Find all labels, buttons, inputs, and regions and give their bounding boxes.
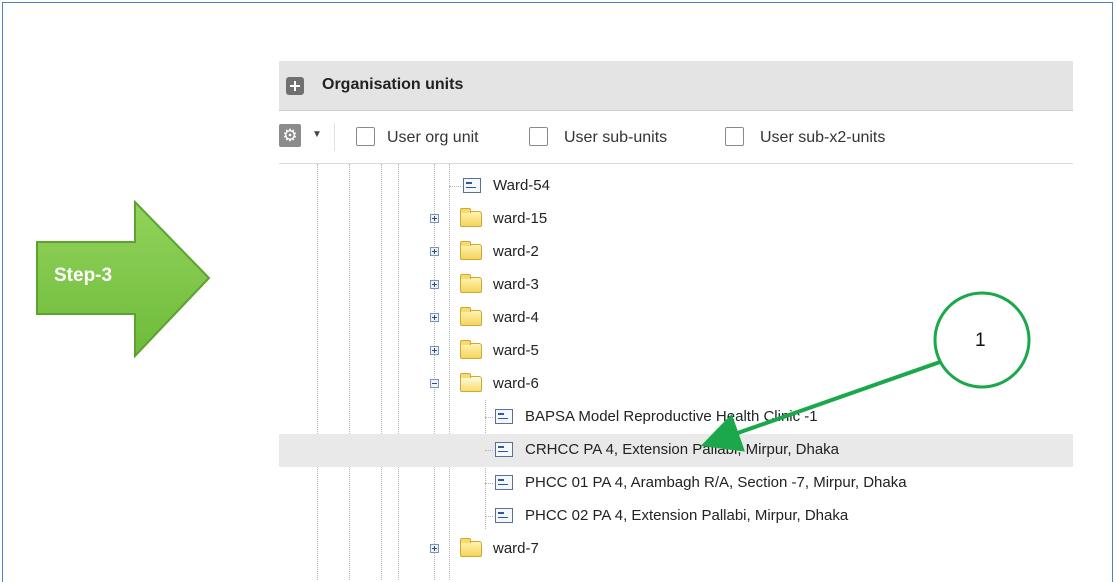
tree-connector [485,483,493,484]
folder-icon [460,538,482,557]
org-unit-leaf-icon [495,442,513,457]
step-label: Step-3 [54,265,113,286]
tree-node-label[interactable]: ward-2 [493,243,539,260]
tree-node-label[interactable]: ward-15 [493,210,547,227]
tree-node[interactable]: PHCC 01 PA 4, Arambagh R/A, Section -7, … [279,467,1073,500]
chevron-down-icon[interactable]: ▼ [312,129,322,140]
user-sub-x2-units-label[interactable]: User sub-x2-units [760,129,885,147]
tree-node-label[interactable]: ward-3 [493,276,539,293]
org-unit-leaf-icon [495,409,513,424]
user-sub-units-checkbox[interactable] [529,127,548,146]
tree-node-label[interactable]: ward-4 [493,309,539,326]
tree-node[interactable]: PHCC 02 PA 4, Extension Pallabi, Mirpur,… [279,500,1073,533]
panel-header: Organisation units [279,61,1073,111]
tree-node-label[interactable]: ward-5 [493,342,539,359]
folder-icon [460,340,482,359]
org-unit-toolbar: ⚙ ▼ User org unit User sub-units User su… [279,111,1073,164]
tree-node-label[interactable]: PHCC 02 PA 4, Extension Pallabi, Mirpur,… [525,507,848,524]
tree-node-label[interactable]: PHCC 01 PA 4, Arambagh R/A, Section -7, … [525,474,907,491]
org-unit-tree: Ward-54 ward-15 ward-2 ward-3 ward-4 war… [279,164,1073,580]
folder-icon [460,208,482,227]
user-sub-x2-units-checkbox[interactable] [725,127,744,146]
collapse-minus-icon[interactable] [430,379,439,388]
tree-node-label[interactable]: CRHCC PA 4, Extension Pallabi, Mirpur, D… [525,441,839,458]
user-org-unit-checkbox[interactable] [356,127,375,146]
expand-plus-icon[interactable] [430,313,439,322]
folder-icon [460,307,482,326]
org-unit-leaf-icon [495,475,513,490]
panel-title: Organisation units [322,76,464,93]
tree-connector [485,417,493,418]
callout-number: 1 [975,330,986,351]
tree-node[interactable]: ward-15 [279,203,1073,236]
tree-node-label[interactable]: Ward-54 [493,177,550,194]
plus-icon[interactable] [286,77,304,95]
expand-plus-icon[interactable] [430,214,439,223]
tree-node[interactable]: ward-7 [279,533,1073,566]
user-org-unit-label[interactable]: User org unit [387,129,479,147]
folder-icon [460,274,482,293]
tree-connector [449,186,461,187]
tree-node[interactable]: Ward-54 [279,170,1073,203]
tree-node[interactable]: ward-2 [279,236,1073,269]
expand-plus-icon[interactable] [430,280,439,289]
tree-node-selected[interactable]: CRHCC PA 4, Extension Pallabi, Mirpur, D… [279,434,1073,467]
toolbar-divider [334,123,335,151]
expand-plus-icon[interactable] [430,544,439,553]
tree-node[interactable]: BAPSA Model Reproductive Health Clinic -… [279,401,1073,434]
organisation-units-panel: Organisation units ⚙ ▼ User org unit Use… [279,61,1073,580]
tree-node[interactable]: ward-3 [279,269,1073,302]
tree-node-label[interactable]: ward-7 [493,540,539,557]
tree-node[interactable]: ward-4 [279,302,1073,335]
tree-connector [485,516,493,517]
gear-icon[interactable]: ⚙ [279,124,301,147]
expand-plus-icon[interactable] [430,247,439,256]
org-unit-leaf-icon [495,508,513,523]
tree-node-label[interactable]: ward-6 [493,375,539,392]
tree-node[interactable]: ward-5 [279,335,1073,368]
tree-node-label[interactable]: BAPSA Model Reproductive Health Clinic -… [525,408,818,425]
org-unit-leaf-icon [463,178,481,193]
expand-plus-icon[interactable] [430,346,439,355]
tree-connector [485,450,493,451]
user-sub-units-label[interactable]: User sub-units [564,129,667,147]
open-folder-icon [460,373,482,392]
tree-node[interactable]: ward-6 [279,368,1073,401]
folder-icon [460,241,482,260]
